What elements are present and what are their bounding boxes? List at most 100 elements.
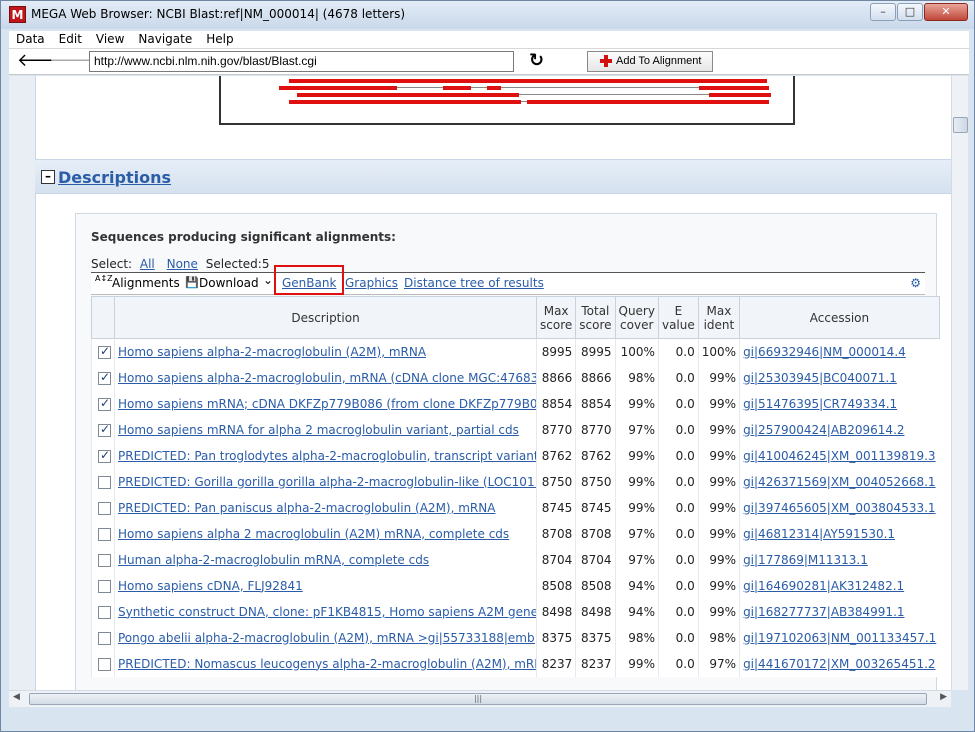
description-link[interactable]: Human alpha-2-macroglobulin mRNA, comple… xyxy=(118,553,429,567)
address-bar[interactable]: http://www.ncbi.nlm.nih.gov/blast/Blast.… xyxy=(89,51,514,72)
row-checkbox[interactable] xyxy=(98,475,111,489)
row-select-cell[interactable] xyxy=(91,650,115,677)
accession-link[interactable]: gi|168277737|AB384991.1 xyxy=(743,605,904,619)
max-score-cell: 8708 xyxy=(535,520,576,547)
row-checkbox[interactable] xyxy=(98,396,111,411)
horizontal-scrollbar[interactable]: ◀ ||| ▶ xyxy=(9,690,951,707)
select-none-link[interactable]: None xyxy=(167,257,198,271)
refresh-icon[interactable]: ↻ xyxy=(529,51,544,71)
header-max-ident[interactable]: Max ident xyxy=(697,296,741,339)
descriptions-title[interactable]: Descriptions xyxy=(58,168,171,187)
select-all-link[interactable]: All xyxy=(140,257,155,271)
graphics-link[interactable]: Graphics xyxy=(345,276,398,290)
row-select-cell[interactable] xyxy=(91,468,115,495)
menu-navigate[interactable]: Navigate xyxy=(131,31,199,48)
row-select-cell[interactable] xyxy=(91,416,115,443)
row-checkbox[interactable] xyxy=(98,448,111,463)
row-select-cell[interactable] xyxy=(91,572,115,599)
row-checkbox[interactable] xyxy=(98,579,111,593)
horizontal-scroll-thumb[interactable]: ||| xyxy=(29,693,927,705)
menu-edit[interactable]: Edit xyxy=(52,31,89,48)
row-checkbox[interactable] xyxy=(98,631,111,645)
row-select-cell[interactable] xyxy=(91,546,115,573)
chevron-down-icon[interactable]: ⌄ xyxy=(263,273,273,287)
accession-link[interactable]: gi|426371569|XM_004052668.1 xyxy=(743,475,936,489)
description-link[interactable]: Homo sapiens alpha-2-macroglobulin, mRNA… xyxy=(118,371,537,385)
alignment-graphic xyxy=(219,76,795,125)
maximize-button[interactable]: □ xyxy=(897,3,923,21)
hit-gap xyxy=(471,87,487,88)
description-link[interactable]: PREDICTED: Pan paniscus alpha-2-macroglo… xyxy=(118,501,495,515)
row-select-cell[interactable] xyxy=(91,598,115,625)
download-button[interactable]: Download xyxy=(199,276,259,290)
description-cell: Human alpha-2-macroglobulin mRNA, comple… xyxy=(114,546,537,573)
row-checkbox[interactable] xyxy=(98,370,111,385)
header-max-score[interactable]: Max score xyxy=(535,296,577,339)
accession-link[interactable]: gi|51476395|CR749334.1 xyxy=(743,397,897,411)
description-link[interactable]: Homo sapiens mRNA; cDNA DKFZp779B086 (fr… xyxy=(118,397,537,411)
max-score-cell: 8375 xyxy=(535,624,576,651)
menu-data[interactable]: Data xyxy=(9,31,52,48)
accession-link[interactable]: gi|441670172|XM_003265451.2 xyxy=(743,657,936,671)
menu-help[interactable]: Help xyxy=(199,31,240,48)
query-cover-cell: 97% xyxy=(614,520,659,547)
row-select-cell[interactable] xyxy=(91,442,115,469)
header-query-cover[interactable]: Query cover xyxy=(614,296,659,339)
row-checkbox[interactable] xyxy=(98,344,111,359)
description-link[interactable]: Homo sapiens alpha 2 macroglobulin (A2M)… xyxy=(118,527,509,541)
max-score-cell: 8750 xyxy=(535,468,576,495)
description-link[interactable]: Synthetic construct DNA, clone: pF1KB481… xyxy=(118,605,537,619)
row-select-cell[interactable] xyxy=(91,390,115,417)
row-checkbox[interactable] xyxy=(98,527,111,541)
row-checkbox[interactable] xyxy=(98,422,111,437)
accession-link[interactable]: gi|197102063|NM_001133457.1 xyxy=(743,631,936,645)
row-select-cell[interactable] xyxy=(91,364,115,391)
description-link[interactable]: Homo sapiens mRNA for alpha 2 macroglobu… xyxy=(118,423,519,437)
description-link[interactable]: Homo sapiens cDNA, FLJ92841 xyxy=(118,579,303,593)
max-ident-cell: 98% xyxy=(697,624,740,651)
description-link[interactable]: Pongo abelii alpha-2-macroglobulin (A2M)… xyxy=(118,631,537,645)
header-accession[interactable]: Accession xyxy=(739,296,940,339)
table-row: Synthetic construct DNA, clone: pF1KB481… xyxy=(91,598,940,625)
accession-link[interactable]: gi|25303945|BC040071.1 xyxy=(743,371,897,385)
minimize-button[interactable]: – xyxy=(870,3,896,21)
scroll-left-icon[interactable]: ◀ xyxy=(13,692,20,702)
row-checkbox[interactable] xyxy=(98,553,111,567)
vertical-scrollbar[interactable] xyxy=(951,76,968,690)
accession-link[interactable]: gi|164690281|AK312482.1 xyxy=(743,579,904,593)
max-ident-cell: 99% xyxy=(697,520,740,547)
accession-cell: gi|177869|M11313.1 xyxy=(739,546,940,573)
accession-link[interactable]: gi|177869|M11313.1 xyxy=(743,553,868,567)
menu-view[interactable]: View xyxy=(89,31,131,48)
row-select-cell[interactable] xyxy=(91,494,115,521)
accession-link[interactable]: gi|257900424|AB209614.2 xyxy=(743,423,904,437)
distance-tree-link[interactable]: Distance tree of results xyxy=(404,276,544,290)
row-select-cell[interactable] xyxy=(91,520,115,547)
gear-icon[interactable]: ⚙ xyxy=(910,276,921,290)
accession-link[interactable]: gi|46812314|AY591530.1 xyxy=(743,527,895,541)
collapse-icon[interactable]: – xyxy=(41,170,55,184)
descriptions-section-header[interactable]: – Descriptions xyxy=(35,159,951,194)
alignments-button[interactable]: Alignments xyxy=(112,276,180,290)
header-e-value[interactable]: Evalue xyxy=(657,296,699,339)
accession-link[interactable]: gi|66932946|NM_000014.4 xyxy=(743,345,906,359)
header-total-score[interactable]: Total score xyxy=(575,296,616,339)
vertical-scroll-thumb[interactable] xyxy=(953,117,968,133)
row-checkbox[interactable] xyxy=(98,657,111,671)
description-link[interactable]: PREDICTED: Pan troglodytes alpha-2-macro… xyxy=(118,449,537,463)
accession-link[interactable]: gi|410046245|XM_001139819.3 xyxy=(743,449,936,463)
row-checkbox[interactable] xyxy=(98,605,111,619)
header-description[interactable]: Description xyxy=(114,296,537,339)
description-link[interactable]: PREDICTED: Nomascus leucogenys alpha-2-m… xyxy=(118,657,537,671)
description-link[interactable]: Homo sapiens alpha-2-macroglobulin (A2M)… xyxy=(118,345,426,359)
row-select-cell[interactable] xyxy=(91,624,115,651)
close-button[interactable]: ✕ xyxy=(924,3,968,21)
accession-cell: gi|397465605|XM_003804533.1 xyxy=(739,494,940,521)
accession-link[interactable]: gi|397465605|XM_003804533.1 xyxy=(743,501,936,515)
max-score-cell: 8854 xyxy=(535,390,576,417)
row-select-cell[interactable] xyxy=(91,338,115,365)
row-checkbox[interactable] xyxy=(98,501,111,515)
add-to-alignment-button[interactable]: Add To Alignment xyxy=(587,51,713,72)
scroll-right-icon[interactable]: ▶ xyxy=(940,692,947,702)
description-link[interactable]: PREDICTED: Gorilla gorilla gorilla alpha… xyxy=(118,475,537,489)
